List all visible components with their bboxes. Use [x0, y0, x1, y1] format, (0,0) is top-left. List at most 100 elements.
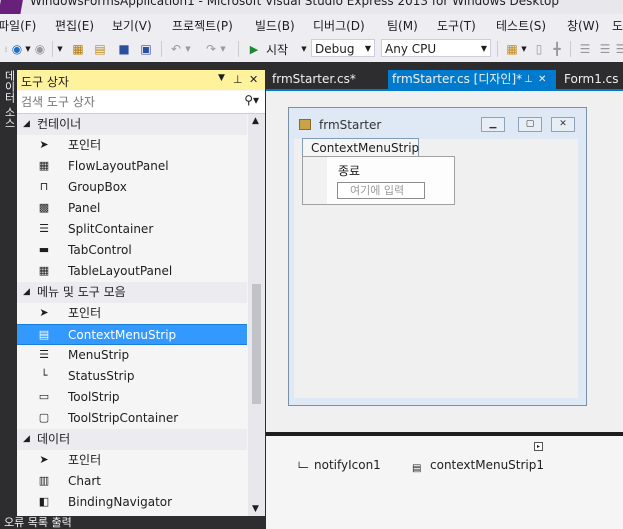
toolbox-category-data[interactable]: ◢ 데이터 — [17, 429, 247, 450]
toolbox-item-groupbox[interactable]: ⊓ GroupBox — [17, 177, 247, 198]
menu-gutter — [303, 157, 327, 204]
smart-tag-icon[interactable]: ▸ — [534, 442, 543, 451]
back-dropdown-icon[interactable]: ▼ — [24, 40, 32, 58]
toolbox-item-panel[interactable]: ▩ Panel — [17, 198, 247, 219]
form-icon — [299, 119, 311, 130]
pointer-icon: ➤ — [39, 138, 49, 151]
menu-team[interactable]: 팀(M) — [387, 17, 418, 34]
toolbox-item-bindingnavigator[interactable]: ◧ BindingNavigator — [17, 492, 247, 513]
toolbar-separator — [238, 41, 239, 57]
toolstrip-icon: ▭ — [38, 390, 50, 403]
align-center-icon[interactable]: ☰ — [598, 40, 612, 58]
menustrip-icon: ☰ — [39, 348, 49, 361]
start-icon[interactable]: ▶ — [247, 40, 261, 58]
toolbox-item-pointer[interactable]: ➤ 포인터 — [17, 450, 247, 471]
open-file-icon[interactable]: ▤ — [92, 40, 108, 58]
menu-build[interactable]: 빌드(B) — [255, 17, 295, 34]
solution-configuration-combo[interactable]: Debug ▼ — [311, 39, 375, 57]
pin-icon[interactable]: ⊥ — [524, 70, 533, 89]
find-in-files-icon[interactable]: ▦ — [504, 40, 520, 58]
toolbox-item-chart[interactable]: ▥ Chart — [17, 471, 247, 492]
menu-tools[interactable]: 도구(T) — [437, 17, 476, 34]
tab-frmstarter-code[interactable]: frmStarter.cs* — [268, 70, 382, 89]
notifyicon-icon: └─ — [296, 463, 309, 474]
component-tray: ▸ └─ notifyIcon1 ▤ contextMenuStrip1 — [266, 436, 623, 529]
window-title: WindowsFormsApplication1 - Microsoft Vis… — [30, 0, 559, 8]
data-sources-strip: 데이터 소스 — [0, 62, 16, 529]
menu-project[interactable]: 프로젝트(P) — [172, 17, 233, 34]
bottom-tabs-text[interactable]: 오류 목록 출력 — [4, 516, 72, 529]
toolbox-item-pointer[interactable]: ➤ 포인터 — [17, 303, 247, 324]
tray-item-notifyicon[interactable]: └─ notifyIcon1 — [296, 458, 381, 475]
form-caption: frmStarter — [319, 118, 382, 132]
close-icon[interactable]: ✕ — [249, 73, 258, 86]
search-icon[interactable]: ⚲▾ — [244, 93, 259, 107]
toolbox-item-toolstrip[interactable]: ▭ ToolStrip — [17, 387, 247, 408]
toolbar-separator — [570, 41, 571, 57]
scrollbar-thumb[interactable] — [252, 284, 261, 404]
toolbox-item-splitcontainer[interactable]: ☰ SplitContainer — [17, 219, 247, 240]
scroll-down-icon[interactable]: ▼ — [252, 504, 259, 514]
flowlayoutpanel-icon: ▦ — [38, 159, 50, 172]
menu-help[interactable]: 도 — [612, 17, 623, 34]
start-dropdown-icon[interactable]: ▼ — [300, 40, 308, 58]
snap-to-grid-icon[interactable]: ╋ — [550, 40, 564, 58]
menu-view[interactable]: 보기(V) — [112, 17, 152, 34]
toolbox-item-statusstrip[interactable]: └ StatusStrip — [17, 366, 247, 387]
find-dropdown-icon[interactable]: ▼ — [520, 40, 528, 58]
align-icon[interactable]: ▯ — [532, 40, 546, 58]
solution-platform-combo[interactable]: Any CPU ▼ — [381, 39, 491, 57]
redo-icon[interactable]: ↷ — [203, 40, 219, 58]
panel-menu-icon[interactable]: ▼ — [218, 73, 225, 83]
toolstripcontainer-icon: ▢ — [38, 411, 50, 424]
menu-window[interactable]: 창(W) — [567, 17, 599, 34]
tab-form1[interactable]: Form1.cs [ — [560, 70, 623, 89]
scroll-up-icon[interactable]: ▲ — [252, 116, 259, 126]
save-all-icon[interactable]: ▣ — [138, 40, 154, 58]
toolbox-item-tablelayoutpanel[interactable]: ▦ TableLayoutPanel — [17, 261, 247, 282]
data-sources-tab[interactable]: 데이터 소스 — [1, 70, 17, 129]
menu-edit[interactable]: 편집(E) — [55, 17, 94, 34]
nav-dropdown-icon[interactable]: ▼ — [56, 40, 64, 58]
pointer-icon: ➤ — [39, 306, 49, 319]
maximize-icon: ▢ — [518, 117, 542, 132]
forward-icon[interactable]: ◉ — [33, 40, 47, 58]
grip-icon: ⁞ — [4, 44, 8, 54]
toolbox-item-contextmenustrip[interactable]: ▤ ContextMenuStrip — [17, 324, 247, 345]
new-project-icon[interactable]: ▦ — [70, 40, 86, 58]
menu-item-exit[interactable]: 종료 — [338, 162, 360, 179]
menu-debug[interactable]: 디버그(D) — [313, 17, 365, 34]
toolbox-item-menustrip[interactable]: ☰ MenuStrip — [17, 345, 247, 366]
toolbox-item-toolstripcontainer[interactable]: ▢ ToolStripContainer — [17, 408, 247, 429]
menu-file[interactable]: 파일(F) — [0, 17, 36, 34]
toolbox-scrollbar[interactable]: ▲ ▼ — [248, 114, 265, 516]
document-tab-bar: frmStarter.cs* frmStarter.cs [디자인]* ⊥ ✕ … — [266, 70, 623, 89]
menu-test[interactable]: 테스트(S) — [496, 17, 546, 34]
align-right-icon[interactable]: ☰ — [614, 40, 623, 58]
toolbar: ⁞ ◉ ▼ ◉ ▼ ▦ ▤ ■ ▣ ↶ ▼ ↷ ▼ ▶ 시작 ▼ Debug ▼… — [0, 36, 623, 62]
toolbox-item-flowlayoutpanel[interactable]: ▦ FlowLayoutPanel — [17, 156, 247, 177]
align-left-icon[interactable]: ☰ — [578, 40, 592, 58]
chevron-down-icon: ▼ — [364, 44, 371, 53]
save-icon[interactable]: ■ — [116, 40, 132, 58]
toolbox-item-tabcontrol[interactable]: ▬ TabControl — [17, 240, 247, 261]
undo-icon[interactable]: ↶ — [168, 40, 184, 58]
redo-dropdown-icon[interactable]: ▼ — [219, 40, 227, 58]
close-icon[interactable]: ✕ — [538, 70, 546, 89]
contextmenustrip-tab[interactable]: ContextMenuStrip — [302, 138, 419, 157]
toolbox-search-input[interactable] — [19, 93, 233, 111]
undo-dropdown-icon[interactable]: ▼ — [184, 40, 192, 58]
pointer-icon: ➤ — [39, 453, 49, 466]
toolbox-category-containers[interactable]: ◢ 컨테이너 — [17, 114, 247, 135]
toolbar-separator — [52, 41, 53, 57]
type-here-placeholder[interactable]: 여기에 입력 — [337, 182, 425, 199]
back-icon[interactable]: ◉ — [10, 40, 24, 58]
title-bar: WindowsFormsApplication1 - Microsoft Vis… — [0, 0, 623, 14]
toolbox-category-menus-toolbars[interactable]: ◢ 메뉴 및 도구 모음 — [17, 282, 247, 303]
tray-item-contextmenustrip[interactable]: ▤ contextMenuStrip1 — [412, 458, 544, 475]
vs-logo-icon — [0, 0, 24, 14]
toolbox-item-pointer[interactable]: ➤ 포인터 — [17, 135, 247, 156]
tab-frmstarter-design[interactable]: frmStarter.cs [디자인]* ⊥ ✕ — [388, 70, 556, 89]
pin-icon[interactable]: ⊥ — [233, 73, 243, 86]
minimize-icon: ▁ — [481, 117, 505, 132]
